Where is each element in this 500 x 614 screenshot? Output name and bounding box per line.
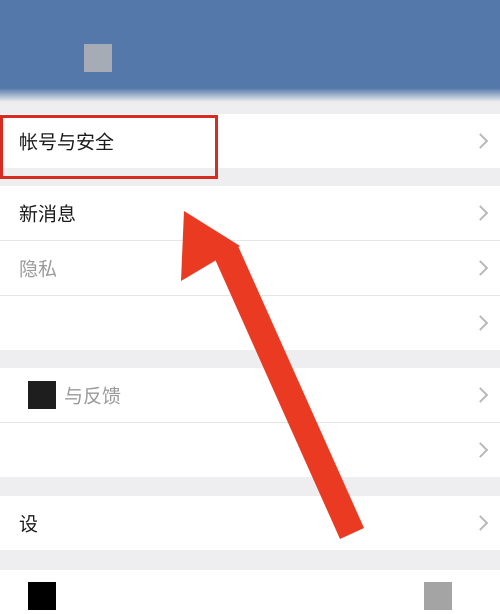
red-arrow-icon — [181, 211, 364, 539]
settings-page: 帐号与安全 新消息 隐私 与反馈 设 — [0, 0, 500, 614]
arrow-shaft — [214, 246, 364, 539]
